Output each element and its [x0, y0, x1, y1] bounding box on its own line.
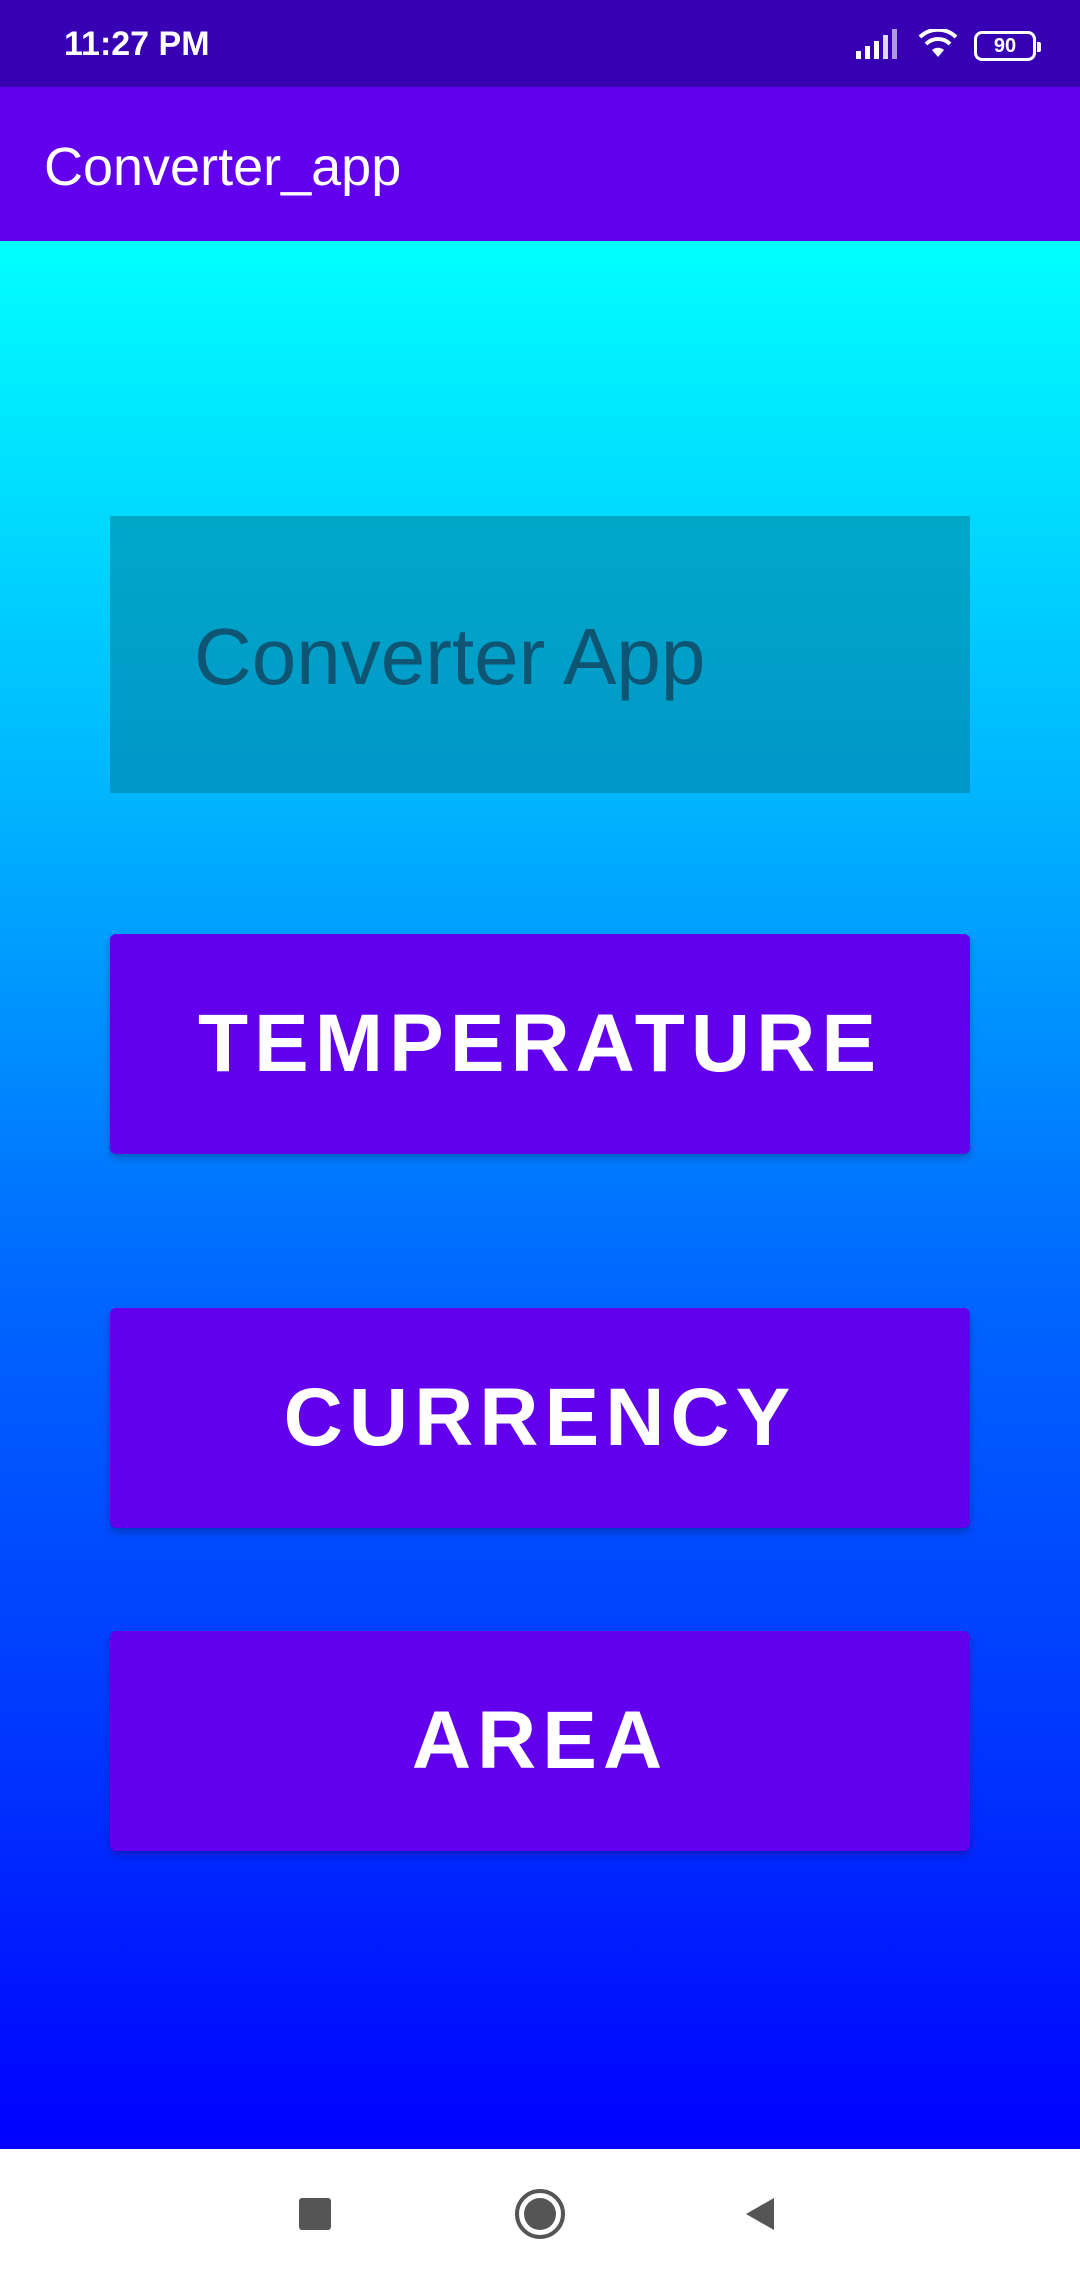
app-title: Converter_app — [44, 137, 402, 197]
recent-apps-button[interactable] — [280, 2179, 350, 2249]
status-time: 11:27 PM — [64, 25, 210, 63]
recent-apps-icon — [299, 2198, 331, 2230]
status-icons: 90 — [856, 26, 1041, 66]
app-bar: Converter_app — [0, 87, 1080, 241]
navigation-bar — [0, 2149, 1080, 2280]
main-content: Converter App TEMPERATURE CURRENCY AREA — [0, 241, 1080, 2149]
status-bar: 11:27 PM 90 — [0, 0, 1080, 87]
battery-level: 90 — [993, 34, 1017, 57]
home-button[interactable] — [505, 2179, 575, 2249]
back-button[interactable] — [725, 2179, 795, 2249]
wifi-icon — [918, 27, 958, 64]
battery-icon: 90 — [974, 31, 1041, 61]
temperature-button[interactable]: TEMPERATURE — [110, 934, 970, 1154]
currency-button[interactable]: CURRENCY — [110, 1308, 970, 1528]
heading-box: Converter App — [110, 516, 970, 793]
area-button[interactable]: AREA — [110, 1631, 970, 1851]
signal-icon — [856, 28, 902, 64]
screen: 11:27 PM 90 Converter_app Converter App … — [0, 0, 1080, 2280]
home-icon — [515, 2189, 565, 2239]
page-heading: Converter App — [194, 612, 706, 701]
back-icon — [746, 2198, 774, 2230]
